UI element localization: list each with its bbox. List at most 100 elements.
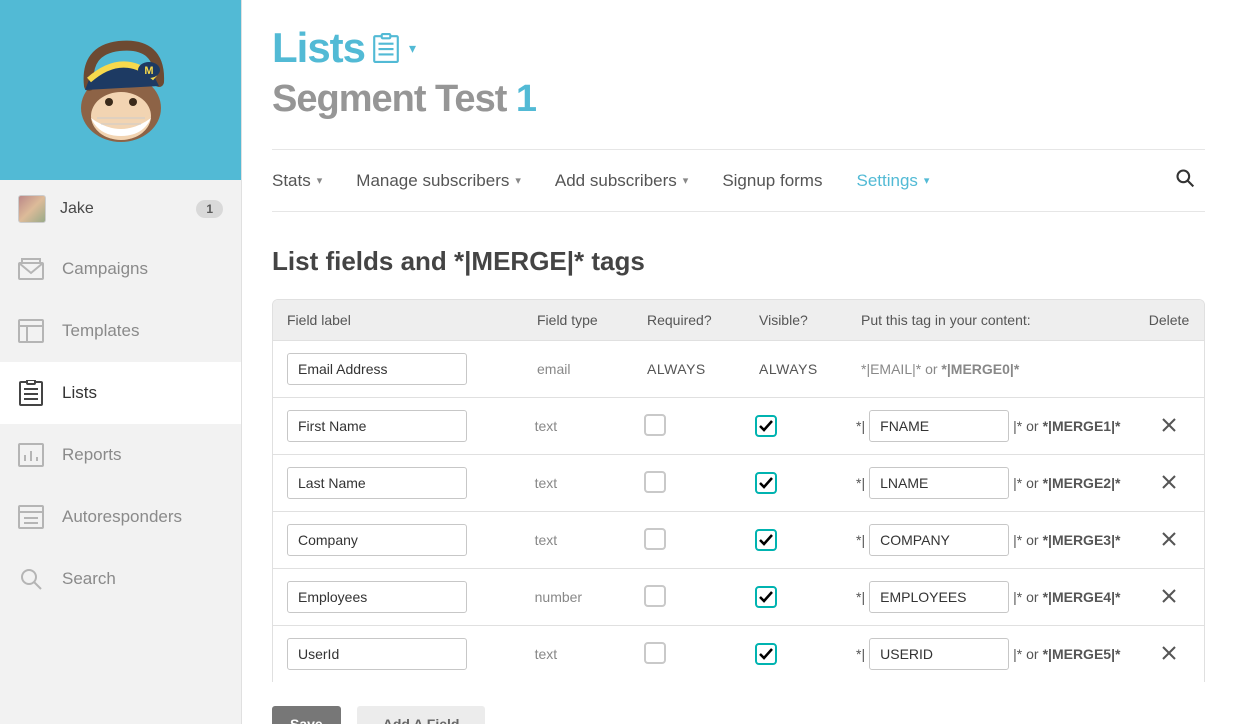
- tab-label: Stats: [272, 171, 311, 191]
- tab-stats[interactable]: Stats ▾: [272, 171, 322, 191]
- search-icon: [18, 566, 44, 592]
- visible-checkbox[interactable]: [755, 415, 777, 437]
- primary-nav: Campaigns Templates Lists: [0, 238, 241, 610]
- field-type: number: [521, 577, 630, 617]
- svg-text:M: M: [144, 65, 153, 77]
- list-icon: [373, 33, 399, 63]
- avatar: [18, 195, 46, 223]
- field-label-input[interactable]: [287, 410, 467, 442]
- field-type: text: [521, 634, 630, 674]
- tag-prefix: *|: [856, 475, 865, 491]
- tab-signup-forms[interactable]: Signup forms: [722, 171, 822, 191]
- tag-prefix: *|: [856, 532, 865, 548]
- main-content: Lists ▾ Segment Test 1 Stats ▾ Manage sub…: [242, 0, 1235, 724]
- merge-tag-alt: *|MERGE3|*: [1043, 532, 1121, 548]
- tab-bar: Stats▾ Manage subscribers▾ Add subscribe…: [272, 149, 1205, 212]
- tag-prefix: *|: [856, 646, 865, 662]
- page-title: Segment Test 1: [272, 78, 1205, 121]
- sidebar-item-label: Campaigns: [62, 259, 148, 279]
- breadcrumb[interactable]: Lists ▾: [272, 24, 1205, 72]
- delete-field-button[interactable]: [1161, 417, 1177, 433]
- sidebar-item-label: Lists: [62, 383, 97, 403]
- col-header-tag: Put this tag in your content:: [847, 300, 1134, 340]
- search-icon: [1175, 168, 1195, 188]
- visible-checkbox[interactable]: [755, 529, 777, 551]
- search-button[interactable]: [1175, 168, 1205, 193]
- required-checkbox[interactable]: [644, 642, 666, 664]
- chart-icon: [18, 442, 44, 468]
- mailchimp-logo-icon: M: [61, 30, 181, 150]
- merge-tag-input[interactable]: [869, 410, 1009, 442]
- merge-tag-alt: *|MERGE1|*: [1043, 418, 1121, 434]
- tag-prefix: *|: [856, 418, 865, 434]
- sidebar-item-templates[interactable]: Templates: [0, 300, 241, 362]
- tab-label: Manage subscribers: [356, 171, 509, 191]
- visible-checkbox[interactable]: [755, 643, 777, 665]
- add-field-button[interactable]: Add A Field: [357, 706, 486, 724]
- delete-field-button[interactable]: [1161, 588, 1177, 604]
- autoresponder-icon: [18, 504, 44, 530]
- merge-tag-alt: *|MERGE4|*: [1043, 589, 1121, 605]
- tag-suffix: |* or: [1013, 418, 1038, 434]
- visible-checkbox[interactable]: [755, 586, 777, 608]
- sidebar-item-campaigns[interactable]: Campaigns: [0, 238, 241, 300]
- field-label-input[interactable]: [287, 467, 467, 499]
- field-label-input[interactable]: [287, 524, 467, 556]
- table-row: number*||* or *|MERGE4|*: [273, 569, 1204, 626]
- field-type: text: [521, 463, 630, 503]
- merge-tag-input[interactable]: [869, 581, 1009, 613]
- chevron-down-icon: ▾: [317, 174, 323, 187]
- save-button[interactable]: Save: [272, 706, 341, 724]
- col-header-type: Field type: [523, 300, 633, 340]
- required-checkbox[interactable]: [644, 585, 666, 607]
- tab-label: Settings: [856, 171, 917, 191]
- sidebar-item-autoresponders[interactable]: Autoresponders: [0, 486, 241, 548]
- required-checkbox[interactable]: [644, 414, 666, 436]
- chevron-down-icon: ▾: [683, 174, 689, 187]
- delete-field-button[interactable]: [1161, 645, 1177, 661]
- delete-field-button[interactable]: [1161, 531, 1177, 547]
- sidebar-item-search[interactable]: Search: [0, 548, 241, 610]
- sidebar-item-label: Search: [62, 569, 116, 589]
- visible-always: ALWAYS: [759, 361, 818, 377]
- chevron-down-icon: ▾: [924, 174, 930, 187]
- merge-tag-text: *|EMAIL|* or *|MERGE0|*: [861, 361, 1019, 377]
- page-title-number: 1: [516, 78, 536, 120]
- table-row: emailALWAYSALWAYS*|EMAIL|* or *|MERGE0|*: [273, 341, 1204, 398]
- tag-suffix: |* or: [1013, 646, 1038, 662]
- merge-tag-alt: *|MERGE2|*: [1043, 475, 1121, 491]
- col-header-label: Field label: [273, 300, 523, 340]
- sidebar-item-reports[interactable]: Reports: [0, 424, 241, 486]
- table-row: text*||* or *|MERGE5|*: [273, 626, 1204, 682]
- tag-suffix: |* or: [1013, 532, 1038, 548]
- brand-logo[interactable]: M: [0, 0, 241, 180]
- envelope-icon: [18, 256, 44, 282]
- field-label-input[interactable]: [287, 638, 467, 670]
- tab-add-subscribers[interactable]: Add subscribers▾: [555, 171, 688, 191]
- tab-label: Signup forms: [722, 171, 822, 191]
- list-icon: [18, 380, 44, 406]
- col-header-delete: Delete: [1134, 300, 1204, 340]
- field-label-input[interactable]: [287, 581, 467, 613]
- merge-tag-input[interactable]: [869, 524, 1009, 556]
- sidebar-item-lists[interactable]: Lists: [0, 362, 241, 424]
- col-header-visible: Visible?: [745, 300, 847, 340]
- sidebar-item-label: Reports: [62, 445, 122, 465]
- required-always: ALWAYS: [647, 361, 706, 377]
- merge-tag-input[interactable]: [869, 467, 1009, 499]
- required-checkbox[interactable]: [644, 471, 666, 493]
- notification-badge: 1: [196, 200, 223, 218]
- form-actions: Save Add A Field: [272, 706, 1205, 724]
- chevron-down-icon: ▾: [407, 40, 416, 57]
- visible-checkbox[interactable]: [755, 472, 777, 494]
- delete-field-button[interactable]: [1161, 474, 1177, 490]
- tab-settings[interactable]: Settings ▾: [856, 171, 929, 191]
- table-row: text*||* or *|MERGE3|*: [273, 512, 1204, 569]
- tab-manage-subscribers[interactable]: Manage subscribers▾: [356, 171, 521, 191]
- required-checkbox[interactable]: [644, 528, 666, 550]
- tag-suffix: |* or: [1013, 589, 1038, 605]
- merge-tag-input[interactable]: [869, 638, 1009, 670]
- section-title: List fields and *|MERGE|* tags: [272, 246, 1205, 277]
- field-label-input[interactable]: [287, 353, 467, 385]
- user-row[interactable]: Jake 1: [0, 180, 241, 238]
